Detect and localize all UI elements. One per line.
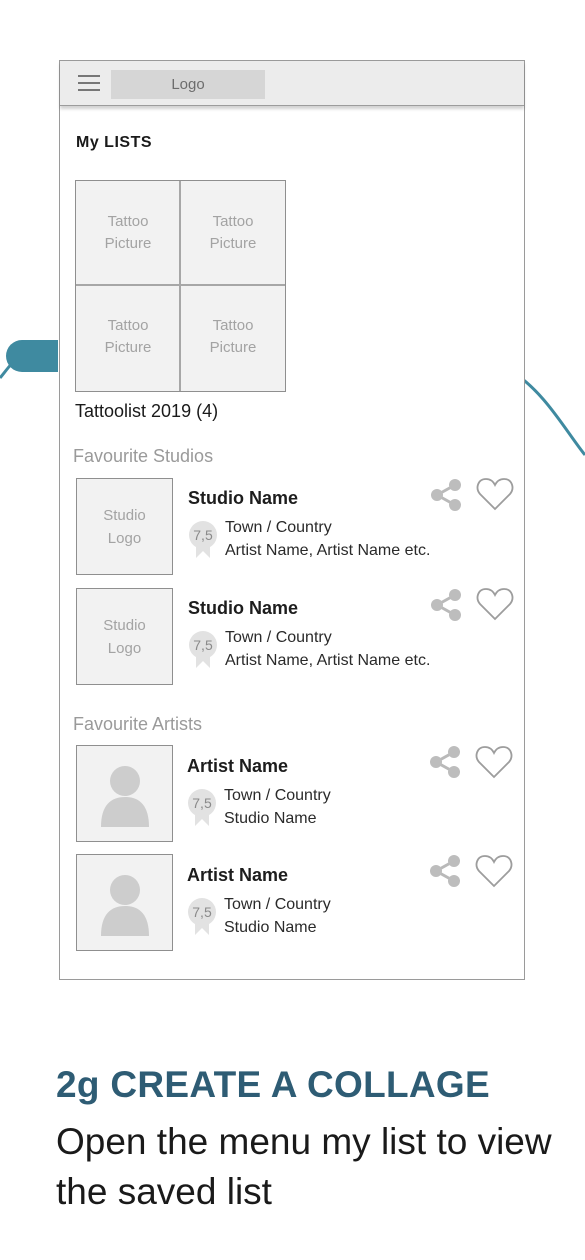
app-header: Logo bbox=[60, 61, 524, 106]
heart-icon[interactable] bbox=[475, 854, 513, 888]
artist-studio: Studio Name bbox=[224, 810, 317, 827]
collage-tile: Tattoo Picture bbox=[104, 316, 152, 356]
studio-name: Studio Name bbox=[188, 488, 299, 508]
collage-divider bbox=[179, 181, 181, 391]
studio-artists: Artist Name, Artist Name etc. bbox=[225, 542, 431, 559]
artist-avatar bbox=[76, 745, 173, 842]
hamburger-menu-icon[interactable] bbox=[78, 73, 100, 93]
studio-artists: Artist Name, Artist Name etc. bbox=[225, 652, 431, 669]
person-silhouette-icon bbox=[100, 765, 149, 827]
caption-text: Open the menu my list to view the saved … bbox=[56, 1121, 552, 1212]
share-icon[interactable] bbox=[428, 854, 462, 888]
logo-placeholder: Logo bbox=[111, 70, 265, 99]
artist-location: Town / Country bbox=[224, 787, 331, 804]
studio-location: Town / Country bbox=[225, 629, 332, 646]
artist-studio: Studio Name bbox=[224, 919, 317, 936]
studio-location: Town / Country bbox=[225, 519, 332, 536]
rating-value: 7,5 bbox=[192, 795, 212, 811]
my-lists-heading: My LISTS bbox=[76, 134, 153, 151]
studio-logo: Studio Logo bbox=[76, 588, 173, 685]
caption-title: 2g CREATE A COLLAGE bbox=[56, 1064, 490, 1105]
rating-badge-icon: 7,5 bbox=[189, 631, 217, 668]
share-icon[interactable] bbox=[429, 588, 463, 622]
artist-location: Town / Country bbox=[224, 896, 331, 913]
favourite-studios-heading: Favourite Studios bbox=[73, 446, 214, 466]
collage-tile: Tattoo Picture bbox=[209, 212, 257, 252]
share-icon[interactable] bbox=[429, 478, 463, 512]
artist-avatar bbox=[76, 854, 173, 951]
studio-logo: Studio Logo bbox=[76, 478, 173, 575]
heart-icon[interactable] bbox=[476, 587, 514, 621]
favourite-artists-heading: Favourite Artists bbox=[73, 714, 203, 734]
connector-node-left bbox=[6, 340, 58, 372]
artist-name: Artist Name bbox=[187, 865, 289, 885]
person-silhouette-icon bbox=[100, 874, 149, 936]
list-title[interactable]: Tattoolist 2019 (4) bbox=[75, 401, 218, 422]
heart-icon[interactable] bbox=[476, 477, 514, 511]
rating-value: 7,5 bbox=[193, 527, 213, 543]
rating-value: 7,5 bbox=[193, 637, 213, 653]
collage-tile: Tattoo Picture bbox=[209, 316, 257, 356]
heart-icon[interactable] bbox=[475, 745, 513, 779]
rating-value: 7,5 bbox=[192, 904, 212, 920]
rating-badge-icon: 7,5 bbox=[188, 789, 216, 826]
share-icon[interactable] bbox=[428, 745, 462, 779]
rating-badge-icon: 7,5 bbox=[189, 521, 217, 558]
collage-tile: Tattoo Picture bbox=[104, 212, 152, 252]
studio-name: Studio Name bbox=[188, 598, 299, 618]
collage-thumbnail[interactable]: Tattoo Picture Tattoo Picture Tattoo Pic… bbox=[75, 180, 286, 392]
artist-name: Artist Name bbox=[187, 756, 289, 776]
rating-badge-icon: 7,5 bbox=[188, 898, 216, 935]
collage-divider bbox=[76, 284, 285, 286]
phone-screen: Logo My LISTS Tattoo Picture Tattoo Pict… bbox=[59, 60, 525, 980]
